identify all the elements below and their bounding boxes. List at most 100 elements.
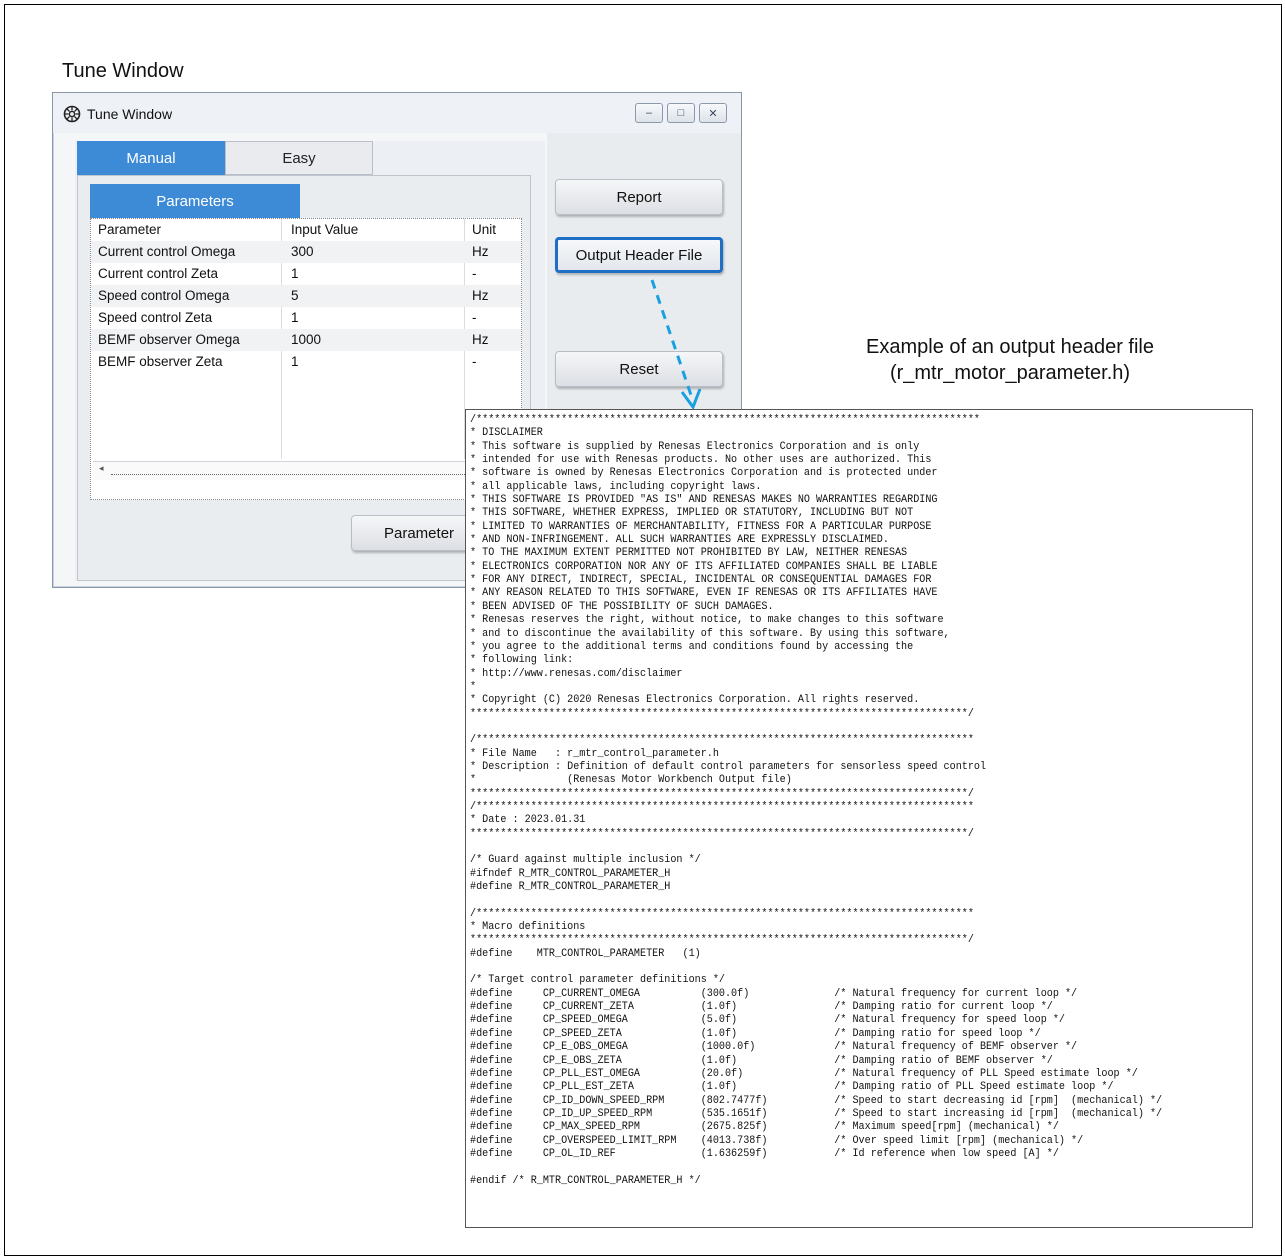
scroll-thumb[interactable] <box>111 466 491 475</box>
tab-manual[interactable]: Manual <box>77 141 225 175</box>
tab-parameters[interactable]: Parameters <box>90 184 300 218</box>
code-line: #ifndef R_MTR_CONTROL_PARAMETER_H <box>470 867 671 880</box>
code-line: * all applicable laws, including copyrig… <box>470 480 762 493</box>
code-line: * Macro definitions <box>470 921 586 934</box>
code-line: * File Name : r_mtr_control_parameter.h <box>470 747 719 760</box>
code-line: * software is owned by Renesas Electroni… <box>470 467 938 480</box>
header-file-code: /***************************************… <box>470 414 1162 1188</box>
parameter-value[interactable]: 1 <box>291 266 299 281</box>
figure-caption: Tune Window <box>62 60 184 82</box>
parameter-unit: - <box>472 310 477 325</box>
parameter-value[interactable]: 1 <box>291 310 299 325</box>
horizontal-scrollbar[interactable]: ◂ <box>93 461 519 480</box>
parameter-table: Parameter Input Value Unit Current contr… <box>90 218 522 500</box>
code-line: * (Renesas Motor Workbench Output file) <box>470 774 792 787</box>
code-line: * Description : Definition of default co… <box>470 760 987 773</box>
code-line: #define CP_OL_ID_REF (1.636259f) /* Id r… <box>470 1147 1059 1160</box>
parameter-name: BEMF observer Omega <box>98 332 240 347</box>
report-button[interactable]: Report <box>555 179 723 215</box>
minimize-icon: – <box>645 107 653 119</box>
code-line: * TO THE MAXIMUM EXTENT PERMITTED NOT PR… <box>470 547 908 560</box>
code-line: * This software is supplied by Renesas E… <box>470 440 920 453</box>
parameter-name: Current control Zeta <box>98 266 219 281</box>
code-line: #define CP_E_OBS_OMEGA (1000.0f) /* Natu… <box>470 1041 1078 1054</box>
code-line: #define CP_CURRENT_ZETA (1.0f) /* Dampin… <box>470 1001 1053 1014</box>
code-line: ****************************************… <box>470 827 974 840</box>
code-line: /***************************************… <box>470 734 974 747</box>
column-header-input-value[interactable]: Input Value <box>291 222 358 237</box>
table-row[interactable]: Current control Omega 300 Hz <box>91 241 521 263</box>
table-row[interactable]: BEMF observer Zeta 1 - <box>91 351 521 373</box>
code-line: * LIMITED TO WARRANTIES OF MERCHANTABILI… <box>470 520 932 533</box>
code-line: /***************************************… <box>470 907 974 920</box>
parameter-unit: Hz <box>472 288 489 303</box>
scroll-left-icon[interactable]: ◂ <box>99 463 104 474</box>
code-line: #define CP_CURRENT_OMEGA (300.0f) /* Nat… <box>470 987 1078 1000</box>
code-line: ****************************************… <box>470 787 974 800</box>
header-file-preview: /***************************************… <box>465 409 1253 1228</box>
code-line: * AND NON-INFRINGEMENT. ALL SUCH WARRANT… <box>470 534 889 547</box>
parameter-name: BEMF observer Zeta <box>98 354 223 369</box>
parameter-name: Current control Omega <box>98 244 236 259</box>
code-line: #endif /* R_MTR_CONTROL_PARAMETER_H */ <box>470 1174 701 1187</box>
table-row[interactable]: Speed control Zeta 1 - <box>91 307 521 329</box>
code-line: #define CP_OVERSPEED_LIMIT_RPM (4013.738… <box>470 1134 1084 1147</box>
code-line: ****************************************… <box>470 707 974 720</box>
parameter-unit: - <box>472 354 477 369</box>
parameter-name: Speed control Omega <box>98 288 230 303</box>
code-line: * Copyright (C) 2020 Renesas Electronics… <box>470 694 920 707</box>
output-header-file-button[interactable]: Output Header File <box>555 237 723 273</box>
table-header-row: Parameter Input Value Unit <box>91 219 521 241</box>
code-line: /* Target control parameter definitions … <box>470 974 725 987</box>
code-line: /***************************************… <box>470 414 980 426</box>
code-line: * ANY REASON RELATED TO THIS SOFTWARE, E… <box>470 587 938 600</box>
table-row[interactable]: Current control Zeta 1 - <box>91 263 521 285</box>
code-line: * following link: <box>470 654 574 667</box>
code-line: #define CP_PLL_EST_OMEGA (20.0f) /* Natu… <box>470 1067 1138 1080</box>
table-row[interactable]: BEMF observer Omega 1000 Hz <box>91 329 521 351</box>
code-line: #define MTR_CONTROL_PARAMETER (1) <box>470 947 701 960</box>
code-line: #define CP_ID_DOWN_SPEED_RPM (802.7477f)… <box>470 1094 1163 1107</box>
gear-icon <box>63 105 81 123</box>
code-line: * http://www.renesas.com/disclaimer <box>470 667 683 680</box>
annotation-text: Example of an output header file (r_mtr_… <box>800 334 1220 386</box>
code-line: * Date : 2023.01.31 <box>470 814 586 827</box>
column-header-parameter[interactable]: Parameter <box>98 222 161 237</box>
annotation-line-2: (r_mtr_motor_parameter.h) <box>889 362 1131 384</box>
parameter-unit: - <box>472 266 477 281</box>
parameter-value[interactable]: 1 <box>291 354 299 369</box>
code-line: #define CP_SPEED_OMEGA (5.0f) /* Natural… <box>470 1014 1065 1027</box>
code-line: * <box>470 680 477 693</box>
tab-easy[interactable]: Easy <box>225 141 373 175</box>
maximize-button[interactable]: □ <box>667 103 695 123</box>
title-bar[interactable]: Tune Window – □ ✕ <box>53 93 741 133</box>
code-line: * FOR ANY DIRECT, INDIRECT, SPECIAL, INC… <box>470 574 932 587</box>
code-line: * ELECTRONICS CORPORATION NOR ANY OF ITS… <box>470 560 938 573</box>
code-line: * THIS SOFTWARE, WHETHER EXPRESS, IMPLIE… <box>470 507 914 520</box>
code-line: * you agree to the additional terms and … <box>470 640 914 653</box>
maximize-icon: □ <box>677 107 685 119</box>
parameter-value[interactable]: 1000 <box>291 332 321 347</box>
code-line: #define CP_ID_UP_SPEED_RPM (535.1651f) /… <box>470 1107 1163 1120</box>
parameter-value[interactable]: 300 <box>291 244 314 259</box>
close-button[interactable]: ✕ <box>699 103 727 123</box>
code-line: * THIS SOFTWARE IS PROVIDED "AS IS" AND … <box>470 494 938 507</box>
minimize-button[interactable]: – <box>635 103 663 123</box>
parameter-value[interactable]: 5 <box>291 288 299 303</box>
code-line: * and to discontinue the availability of… <box>470 627 950 640</box>
code-line: * Renesas reserves the right, without no… <box>470 614 944 627</box>
annotation-line-1: Example of an output header file <box>866 336 1154 358</box>
table-row[interactable]: Speed control Omega 5 Hz <box>91 285 521 307</box>
code-line: #define CP_MAX_SPEED_RPM (2675.825f) /* … <box>470 1121 1059 1134</box>
code-line: /***************************************… <box>470 800 974 813</box>
code-line: * BEEN ADVISED OF THE POSSIBILITY OF SUC… <box>470 600 774 613</box>
code-line: ****************************************… <box>470 934 974 947</box>
code-line: #define CP_PLL_EST_ZETA (1.0f) /* Dampin… <box>470 1081 1114 1094</box>
column-header-unit[interactable]: Unit <box>472 222 496 237</box>
parameter-unit: Hz <box>472 332 489 347</box>
